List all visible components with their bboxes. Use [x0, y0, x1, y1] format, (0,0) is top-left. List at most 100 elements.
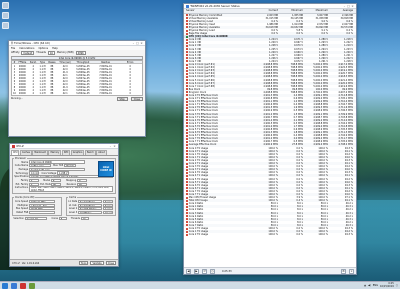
menu-file[interactable]: File [11, 47, 15, 50]
validate-button[interactable]: Validate [90, 261, 104, 265]
tab-mainboard[interactable]: Mainboard [32, 149, 48, 155]
tab-caches[interactable]: Caches [19, 149, 32, 155]
cpuz-taskbar-icon[interactable] [20, 282, 26, 289]
sensor-value-max: 100.0 % [318, 233, 328, 237]
nav-forward-icon[interactable]: ▶ [194, 268, 199, 274]
reset-icon[interactable]: ↺ [202, 268, 207, 274]
l2-label: Level 2 [68, 207, 78, 211]
instructions-label: Instructions [14, 185, 29, 189]
notifications-icon[interactable]: ▢ [396, 284, 398, 287]
selection-select[interactable]: Socket #1 [25, 217, 47, 221]
l3-way: 16-way [103, 210, 114, 215]
col-throughput: Throughput [76, 60, 90, 64]
column-header-current[interactable]: Current [254, 9, 279, 12]
sensor-value-min: 0.0 % [296, 32, 303, 36]
threads-input[interactable]: 16 [47, 51, 55, 55]
stress-taskbar-icon[interactable] [29, 282, 35, 289]
col-fftsize: FFTsize [18, 60, 27, 64]
l1i-label: L1 Inst. [68, 203, 78, 207]
busspeed-label: Bus Speed [16, 207, 29, 211]
close-button[interactable]: Close [105, 261, 116, 265]
processor-legend: Processor [14, 156, 27, 160]
col-residue: Residue [101, 60, 110, 64]
threads-value: 16 [81, 217, 89, 221]
cpuz-tabs: CPU Caches Mainboard Memory SPD Graphics… [10, 149, 118, 156]
tab-memory[interactable]: Memory [48, 149, 62, 155]
cpuz-title: CPU-Z [15, 144, 24, 148]
hwinfo-sensor-window: HWiNFO64 v6.20-4030 Sensor Status – □ × … [183, 3, 357, 275]
ratedfsb-row: Rated FSB [14, 210, 60, 215]
ratedfsb-value [29, 210, 56, 215]
memory-input[interactable]: 4096 [75, 51, 86, 55]
desktop-icon[interactable] [2, 2, 9, 9]
l3-value: 16 MBytes [78, 210, 103, 215]
corevoltage-label: Core Voltage [41, 171, 57, 175]
sensor-row[interactable]: Core 2 T0 Usage 100.0 % 0.0 % 100.0 % 94.3 % [184, 233, 356, 236]
column-header-maximum[interactable]: Maximum [304, 9, 329, 12]
network-icon[interactable]: ▲ [364, 284, 366, 287]
stress-title: Ⓡ Timer/Stress - CPU (64 bit) [10, 41, 50, 45]
tab-cpu[interactable]: CPU [11, 149, 20, 155]
affinity-select[interactable]: Default [21, 51, 35, 55]
table-cell: 4 [32, 92, 34, 96]
hwinfo-taskbar-icon[interactable] [11, 282, 17, 289]
intel-logo-text: intel CORE i9 [100, 166, 112, 172]
menu-calculations[interactable]: Calculations [19, 47, 34, 50]
close-button[interactable]: Close [130, 97, 143, 101]
table-cell: 0 [129, 92, 131, 96]
cpuz-footer: CPU-Z Ver. 1.91.0.x64 Tools Validate Clo… [10, 259, 118, 266]
tools-button[interactable]: Tools [78, 261, 89, 265]
clock-icon: ◷ [210, 268, 215, 274]
table-row[interactable]: 10 20000 4 1.1 M 88 42.1 3.2092e+05 7.8205e-01 0 [12, 92, 142, 95]
results-table: # FFTsize Iterat. Type Passes Time (sec)… [11, 60, 143, 97]
table-cell: 42.1 [62, 92, 68, 96]
desktop-icon[interactable] [2, 12, 9, 19]
elapsed-time: 0:25:33 [222, 269, 232, 273]
sensor-value-cur: 0.0 % [271, 32, 278, 36]
language-indicator[interactable]: ENG [373, 284, 378, 287]
col-errors: Errors [126, 60, 134, 64]
table-cell: 20000 [18, 92, 26, 96]
column-header-minimum[interactable]: Minimum [279, 9, 304, 12]
sensor-label: Core 2 T0 Usage [188, 233, 209, 237]
clock-date: 10/15/2019 [379, 284, 394, 288]
menu-options[interactable]: Options [38, 47, 48, 50]
system-tray: ▲ ◀) ENG 0:25 10/15/2019 ▢ [364, 282, 398, 289]
name-label: Name [21, 160, 29, 164]
multiplier-label: Multiplier [17, 203, 29, 207]
tab-spd[interactable]: SPD [61, 149, 71, 155]
cache-legend: Cache [68, 195, 77, 199]
close-button[interactable]: × [351, 4, 355, 8]
cache-group: Cache L1 Data 8 x 32 KBytes 8-way L1 Ins… [66, 195, 116, 216]
col-type: Type [40, 60, 46, 64]
start-icon[interactable] [2, 282, 8, 289]
cores-label: Cores [51, 217, 58, 221]
menu-help[interactable]: Help [52, 47, 58, 50]
settings-icon[interactable]: ⚙ [341, 268, 346, 274]
tab-about[interactable]: About [96, 149, 107, 155]
maxtdp-label: Max TDP [53, 164, 64, 168]
stress-settings-row: Affinity Default Threads 16 Memory (MiB)… [9, 50, 145, 56]
hwinfo-title: HWiNFO64 v6.20-4030 Sensor Status [189, 4, 240, 8]
tab-graphics[interactable]: Graphics [70, 149, 85, 155]
column-header-sensor[interactable]: Sensor [184, 9, 254, 12]
l3-label: Level 3 [68, 210, 78, 214]
col-time: Time (sec) [59, 60, 71, 64]
clock[interactable]: 0:25 10/15/2019 [379, 282, 394, 289]
close-button[interactable]: × [113, 144, 117, 148]
stop-button[interactable]: Stop [116, 97, 128, 101]
threads-label: Threads [70, 217, 80, 221]
nav-back-icon[interactable]: ◀ [186, 268, 191, 274]
sensor-list: Physical Memory Committed 2,003 MB 1,955 M… [184, 13, 356, 237]
close-icon[interactable]: × [349, 268, 354, 274]
family-label: Family [20, 178, 29, 182]
sensor-label-cell: Core 2 T0 Usage [184, 233, 254, 236]
tab-bench[interactable]: Bench [84, 149, 96, 155]
technology-label: Technology [15, 171, 29, 175]
close-button[interactable]: × [140, 41, 144, 45]
volume-icon[interactable]: ◀) [368, 284, 371, 287]
memory-label: Memory (MiB) [56, 51, 74, 55]
ratedfsb-label: Rated FSB [16, 210, 29, 214]
desktop-icon[interactable] [2, 22, 9, 29]
column-header-average[interactable]: Average [329, 9, 354, 12]
